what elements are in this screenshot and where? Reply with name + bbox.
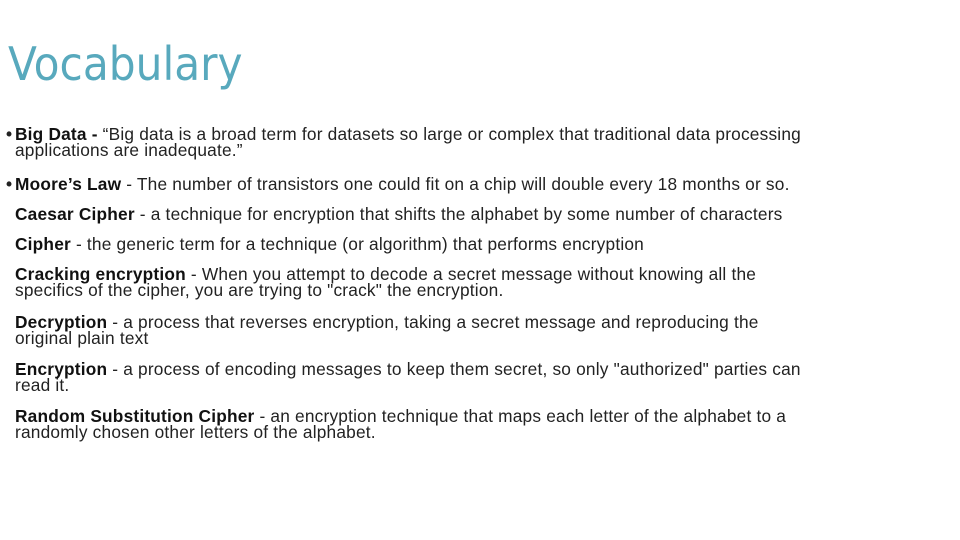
bullet-icon: • — [6, 174, 13, 194]
vocab-definition: a process that reverses encryption, taki… — [123, 312, 759, 332]
vocab-definition-continued: specifics of the cipher, you are trying … — [15, 280, 504, 300]
vocab-definition-continued: original plain text — [15, 328, 149, 348]
vocab-entry-encryption: Encryption - a process of encoding messa… — [6, 359, 801, 395]
vocab-definition-continued: randomly chosen other letters of the alp… — [15, 422, 376, 442]
entry-first-line: • Moore’s Law - The number of transistors… — [6, 174, 790, 194]
vocab-entry-big-data: • Big Data - “Big data is a broad term fo… — [6, 124, 801, 160]
slide-title: Vocabulary — [8, 37, 243, 91]
entry-first-line: Caesar Cipher - a technique for encrypti… — [6, 204, 783, 224]
term-separator: - — [107, 359, 124, 379]
vocab-term: Cipher — [15, 234, 71, 254]
bullet-icon: • — [6, 124, 13, 144]
term-separator: - — [134, 204, 151, 224]
term-separator: - — [70, 234, 87, 254]
vocab-entry-random-substitution-cipher: Random Substitution Cipher - an encrypti… — [6, 407, 786, 442]
vocab-entry-cipher: Cipher - the generic term for a techniqu… — [6, 234, 644, 254]
vocab-definition: The number of transistors one could fit … — [136, 174, 790, 194]
vocab-definition: a technique for encryption that shifts t… — [150, 204, 783, 224]
vocab-entry-caesar-cipher: Caesar Cipher - a technique for encrypti… — [6, 204, 783, 224]
vocab-entry-cracking-encryption: Cracking encryption - When you attempt t… — [6, 265, 756, 300]
vocab-term: Caesar Cipher — [15, 204, 135, 224]
vocab-definition-continued: read it. — [15, 375, 70, 395]
vocab-term: Moore’s Law — [15, 174, 122, 194]
vocab-entry-moores-law: • Moore’s Law - The number of transistors… — [6, 174, 790, 194]
vocab-definition: a process of encoding messages to keep t… — [123, 359, 801, 379]
vocab-entry-decryption: Decryption - a process that reverses enc… — [6, 312, 759, 348]
vocab-definition: the generic term for a technique (or alg… — [86, 234, 644, 254]
term-separator: - — [121, 174, 137, 194]
entry-first-line: Encryption - a process of encoding messa… — [6, 359, 801, 379]
vocab-definition-continued: applications are inadequate.” — [15, 140, 243, 160]
entry-first-line: Cipher - the generic term for a techniqu… — [6, 234, 644, 254]
